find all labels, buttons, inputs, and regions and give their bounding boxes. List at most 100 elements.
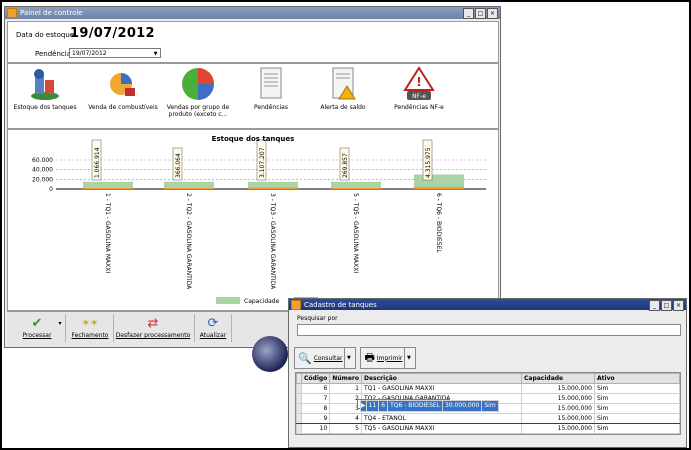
chevron-down-icon[interactable]: ▼: [344, 348, 352, 368]
x-tick-label: 6 - TQ6 - BIODIESEL: [435, 193, 442, 253]
pendencias-item[interactable]: Pendências: [236, 66, 306, 111]
bar-capacidade: [164, 181, 214, 189]
check-icon: ✔: [31, 315, 43, 331]
cell-descricao: TQ1 - GASOLINA MAXXI: [361, 383, 522, 394]
chart-panel: Estoque dos tanques 60.000 40.000 20.000 0 1…: [7, 129, 499, 311]
pendencias-nfe-item[interactable]: ! NF-e Pendências NF-e: [384, 66, 454, 111]
data-label: 1.066.914: [91, 139, 102, 181]
separator: [113, 314, 114, 342]
data-label: 366.064: [172, 147, 183, 181]
maximize-button[interactable]: □: [475, 8, 486, 19]
desfazer-button[interactable]: ⇄ Desfazer processamento: [115, 314, 191, 344]
row-indicator[interactable]: ▶: [360, 400, 367, 412]
table-row[interactable]: 10 5 TQ5 - GASOLINA MAXXI 15.000,000 Sim: [296, 423, 680, 434]
separator: [194, 314, 195, 342]
icon-label: Pendências: [254, 104, 288, 111]
processar-label: Processar: [22, 332, 52, 339]
cadastro-tanques-window: Cadastro de tanques _ □ × Pesquisar por …: [288, 298, 687, 448]
estoque-tanques-item[interactable]: Estoque dos tanques: [10, 66, 80, 111]
warning-document-icon: [325, 66, 361, 102]
icon-label: Estoque dos tanques: [13, 104, 77, 111]
cell-ativo: Sim: [594, 413, 680, 424]
cell-codigo: 9: [300, 413, 331, 424]
column-header[interactable]: Número: [329, 373, 362, 384]
cell-capacidade: 15.000,000: [521, 403, 595, 414]
data-label-text: 4.315.975: [425, 147, 432, 178]
action-buttons: 🔍 Consultar ▼ 🖶 Imprimir ▼: [294, 347, 417, 369]
column-header[interactable]: Descrição: [361, 373, 522, 384]
cell-codigo: 6: [300, 383, 331, 394]
pending-select[interactable]: 19/07/2012 ▼: [69, 48, 161, 58]
minimize-button[interactable]: _: [463, 8, 474, 19]
cell-capacidade: 30.000,000: [442, 400, 483, 412]
table-row[interactable]: 6 1 TQ1 - GASOLINA MAXXI 15.000,000 Sim: [296, 383, 680, 394]
nfe-alert-icon: ! NF-e: [401, 66, 437, 102]
column-header[interactable]: Ativo: [594, 373, 680, 384]
window-titlebar[interactable]: Cadastro de tanques _ □ ×: [289, 299, 686, 311]
consultar-label: Consultar: [313, 354, 343, 362]
table-row[interactable]: 9 4 TQ4 - ETANOL 15.000,000 Sim: [296, 413, 680, 424]
search-input[interactable]: [297, 324, 681, 336]
icon-label: Pendências NF-e: [394, 104, 444, 111]
close-button[interactable]: ×: [673, 300, 684, 311]
chart-title: Estoque dos tanques: [211, 135, 295, 143]
alerta-saldo-item[interactable]: Alerta de saldo: [308, 66, 378, 111]
dashboard-icon-bar: Estoque dos tanques Venda de combustívei…: [7, 63, 499, 129]
venda-combustiveis-item[interactable]: Venda de combustíveis: [88, 66, 158, 111]
table-row[interactable]: ▶ 11 6 TQ6 - BIODIESEL 30.000,000 Sim: [357, 399, 499, 412]
chevron-down-icon[interactable]: ▼: [404, 348, 412, 368]
app-icon: [291, 299, 301, 310]
bar-capacidade: [331, 181, 381, 189]
bar-saldo: [331, 188, 381, 189]
consultar-button[interactable]: 🔍 Consultar ▼: [294, 347, 357, 369]
svg-text:!: !: [416, 75, 421, 89]
cell-codigo: 10: [300, 423, 331, 434]
minimize-button[interactable]: _: [649, 300, 660, 311]
fechamento-label: Fechamento: [71, 332, 109, 339]
undo-icon: ⇄: [147, 315, 159, 331]
column-header[interactable]: Código: [300, 373, 331, 384]
date-label: Data do estoque: [16, 31, 75, 39]
cell-ativo: Sim: [594, 393, 680, 404]
fuel-sales-icon: [105, 66, 141, 102]
maximize-button[interactable]: □: [661, 300, 672, 311]
imprimir-button[interactable]: 🖶 Imprimir ▼: [360, 347, 417, 369]
legend-label-capacidade: Capacidade: [244, 298, 280, 305]
desfazer-label: Desfazer processamento: [115, 332, 191, 339]
atualizar-label: Atualizar: [199, 332, 227, 339]
table-header-row: Código Número Descrição Capacidade Ativo: [296, 373, 680, 384]
data-label: 4.315.975: [422, 139, 433, 181]
cell-capacidade: 15.000,000: [521, 383, 595, 394]
y-tick-label: 40.000: [32, 167, 53, 174]
tank-stock-icon: [27, 66, 63, 102]
processar-dropdown[interactable]: ▾: [57, 314, 63, 344]
cell-ativo: Sim: [594, 383, 680, 394]
tank-stock-chart: 60.000 40.000 20.000 0 1.066.914 1 - TQ1 - GA…: [32, 139, 486, 305]
bar-capacidade: [83, 181, 133, 189]
chevron-down-icon[interactable]: ▼: [151, 49, 160, 57]
atualizar-button[interactable]: ⟳ Atualizar: [197, 314, 229, 344]
desktop-logo: [252, 336, 288, 372]
bar-saldo: [164, 188, 214, 189]
vendas-grupo-item[interactable]: Vendas por grupo de produto (exceto c...: [163, 66, 233, 118]
close-button[interactable]: ×: [487, 8, 498, 19]
column-header[interactable]: Capacidade: [521, 373, 595, 384]
document-icon: [253, 66, 289, 102]
search-label: Pesquisar por: [297, 315, 338, 322]
window-title: Painel de controle: [20, 9, 83, 17]
window-titlebar[interactable]: Painel de controle _ □ ×: [5, 7, 500, 19]
cell-numero: 1: [329, 383, 362, 394]
painel-de-controle-window: Painel de controle _ □ × Data do estoque…: [4, 6, 501, 348]
fechamento-button[interactable]: ✶✶ Fechamento: [69, 314, 111, 344]
separator: [65, 314, 66, 342]
dropdown-arrow-icon: ▾: [58, 319, 62, 327]
window-title: Cadastro de tanques: [304, 300, 377, 309]
cell-ativo: Sim: [481, 400, 499, 412]
cell-codigo: 11: [365, 400, 380, 412]
processar-button[interactable]: ✔ Processar: [17, 314, 57, 344]
data-label: 269.857: [339, 147, 350, 181]
cell-ativo: Sim: [594, 403, 680, 414]
x-tick-label: 3 - TQ3 - GASOLINA GARANTIDA: [269, 193, 276, 290]
data-label-text: 269.857: [342, 153, 349, 178]
icon-label: Venda de combustíveis: [88, 104, 158, 111]
